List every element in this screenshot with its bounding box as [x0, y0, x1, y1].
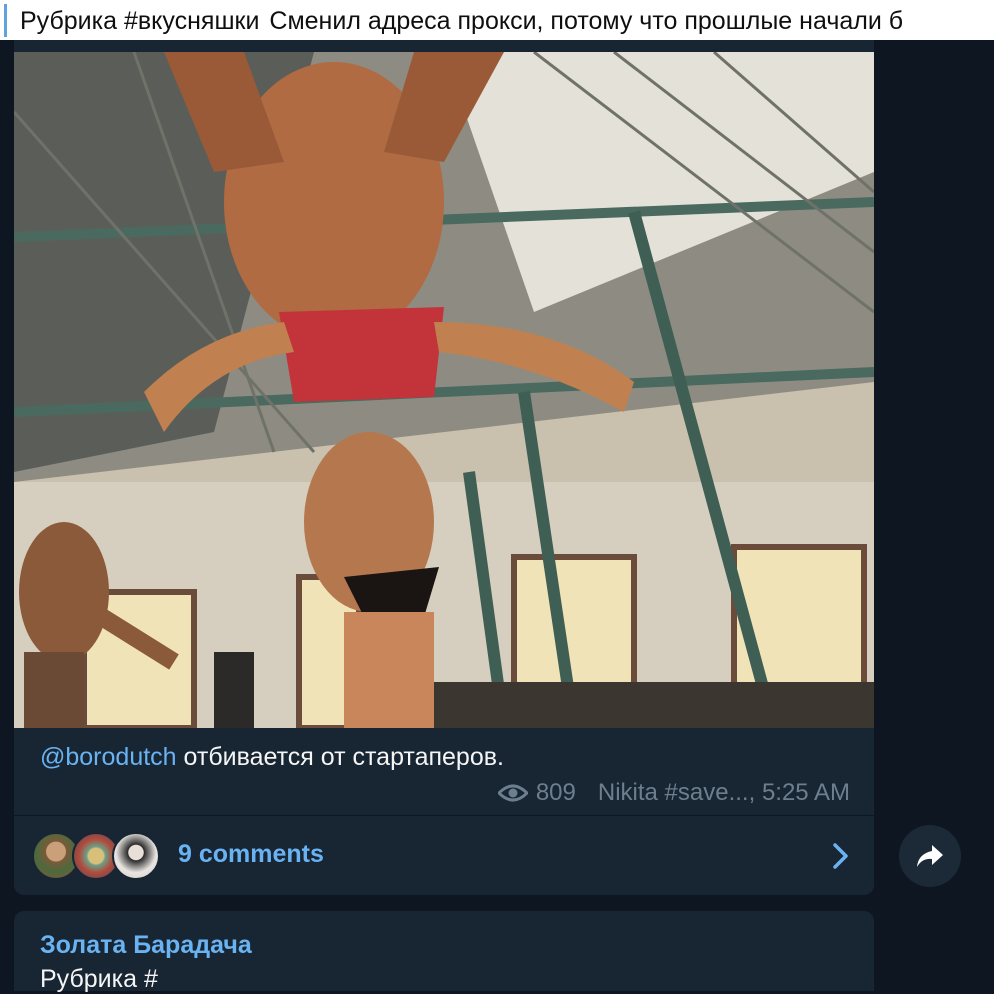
next-message-author[interactable]: Золата Барадача [40, 931, 252, 960]
post-author-time: Nikita #save..., 5:25 AM [597, 779, 850, 806]
pinned-tag: Рубрика #вкусняшки [20, 7, 260, 35]
next-message-bubble: Золата Барадача Рубрика # [14, 911, 874, 993]
forward-button[interactable] [899, 825, 961, 887]
post-caption: @borodutch отбивается от стартаперов. [40, 742, 504, 772]
commenter-avatars [32, 832, 162, 880]
post-meta: 809 Nikita #save..., 5:25 AM [497, 778, 850, 808]
view-count: 809 [535, 779, 576, 806]
pinned-message-text: Рубрика #вкусняшки Сменил адреса прокси, … [20, 6, 903, 36]
pinned-message-bar[interactable]: Рубрика #вкусняшки Сменил адреса прокси, … [0, 0, 994, 40]
video-media[interactable] [14, 52, 874, 728]
next-message-preview: Рубрика # [40, 965, 158, 993]
share-arrow-icon [917, 845, 943, 867]
comments-button[interactable]: 9 comments [14, 816, 874, 894]
caption-text: отбивается от стартаперов. [176, 743, 504, 771]
pinned-accent-line [4, 4, 7, 37]
message-bubble: @borodutch отбивается от стартаперов. 80… [14, 40, 874, 895]
eye-icon [497, 784, 528, 802]
bubble-gutter [0, 40, 14, 895]
avatar [112, 832, 160, 880]
caption-mention-link[interactable]: @borodutch [40, 743, 177, 771]
comments-count-label: 9 comments [178, 840, 324, 868]
chevron-right-icon [833, 843, 848, 869]
pinned-message-body: Сменил адреса прокси, потому что прошлые… [269, 7, 904, 35]
video-frame-illustration [14, 52, 874, 728]
